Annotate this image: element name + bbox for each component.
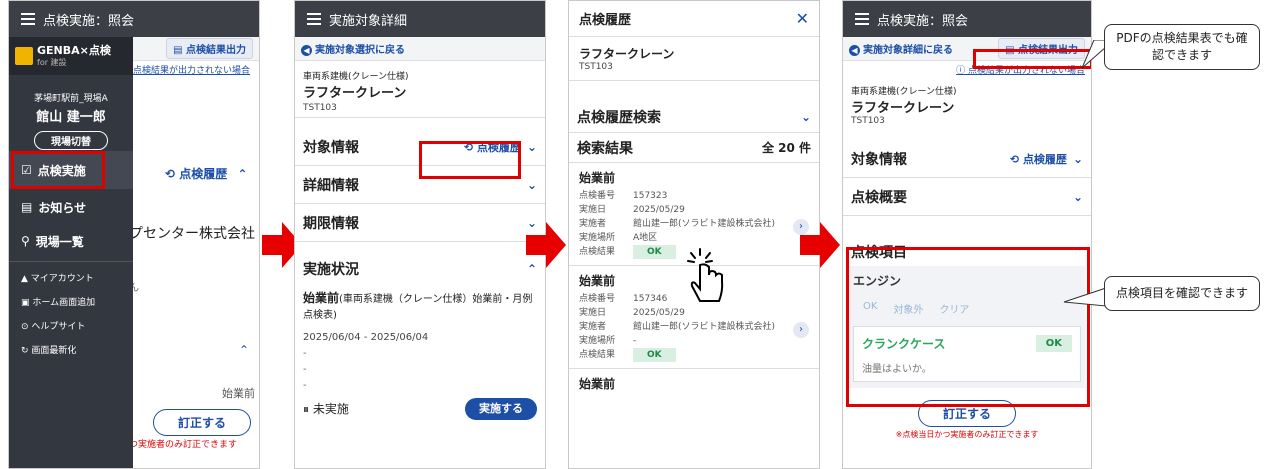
equipment-name: ラフタークレーン [579,47,675,61]
close-icon[interactable]: ✕ [796,9,809,28]
equipment-code: TST103 [303,103,337,113]
highlight-history [419,141,521,179]
side-menu: GENBA×点検 for 建設 茅場町駅前_現場A 館山 建一郎 現場切替 ☑ 点… [9,37,133,468]
results-header: 検索結果全 20 件 [569,133,819,163]
app-header: 点検実施：照会 [9,1,259,37]
site-switch-button[interactable]: 現場切替 [34,131,108,150]
status-badge: ⏸ 未実施 [303,402,349,416]
screen-target-detail: 実施対象詳細 ◀ 実施対象選択に戻る 車両系建機(クレーン仕様) ラフタークレーン… [294,0,546,469]
hand-cursor-icon [687,248,724,302]
record-result-badge: OK [633,245,676,259]
chevron-down-icon: ⌄ [800,109,811,124]
callout-items: 点検項目を確認できます [1104,276,1260,311]
callout-pdf: PDFの点検結果表でも確認できます [1104,24,1260,70]
chevron-up-icon[interactable]: ⌃ [239,343,249,357]
highlight-pdf [973,49,1091,69]
app-header: 実施対象詳細 [295,1,545,37]
highlight-inspection [11,151,105,189]
menu-icon[interactable] [307,10,321,28]
page-title: 実施対象詳細 [329,13,408,29]
page-title: 点検履歴 [579,13,632,28]
brand-logo: GENBA×点検 for 建設 [9,37,133,75]
section-summary[interactable]: 点検概要 ⌄ [843,178,1091,216]
arrow-right-icon [800,222,840,268]
equipment-name: ラフタークレーン [303,86,407,101]
chevron-down-icon: ⌄ [526,177,537,192]
chevron-right-icon[interactable]: › [793,322,809,338]
menu-icon[interactable] [855,10,869,28]
equipment-category: 車両系建機(クレーン仕様) [851,87,957,97]
history-link: ⟲ 点検履歴 [1009,152,1067,166]
record-field: 実施者 館山建一郎(ソラビト建設株式会社) [579,322,776,332]
list-item-header: 始業前 [569,368,819,398]
section-status[interactable]: 実施状況 ⌃ [295,250,545,288]
back-icon: ◀ [301,44,312,56]
status-period: 2025/06/04 - 2025/06/04 [303,332,429,343]
equipment-code: TST103 [851,116,885,126]
history-link[interactable]: ⟲ 点検履歴 ⌃ [165,165,248,182]
company-text: プセンター株式会社 [129,226,255,242]
record-field: 点検番号 157323 [579,191,668,201]
nav-news[interactable]: ▤ お知らせ [9,191,133,223]
help-site-link[interactable]: ⊙ ヘルプサイト [21,315,95,339]
section-deadline-info[interactable]: 期限情報 ⌄ [295,204,545,242]
equipment-name: ラフタークレーン [851,101,955,116]
record-header: 始業前 [579,171,616,185]
history-search-toggle[interactable]: 点検履歴検索 ⌄ [569,101,819,133]
highlight-items [846,247,1090,407]
back-icon: ◀ [849,44,860,56]
status-schedule: 始業前(車両系建機（クレーン仕様）始業前・月例点検表) [303,291,533,321]
chevron-down-icon: ⌄ [1072,151,1083,166]
user-name: 館山 建一郎 [36,110,106,125]
refresh-link[interactable]: ↻ 画面最新化 [21,339,95,363]
record-field: 実施日 2025/05/29 [579,308,685,318]
callout-pointer [1063,287,1107,307]
logo-icon [15,47,33,65]
equipment-category: 車両系建機(クレーン仕様) [303,72,409,82]
screen-inspection-view: 点検実施：照会 ◀ 実施対象詳細に戻る ▤ 点検結果出力 ⓘ 点検結果が出力されな… [842,0,1092,469]
page-title: 点検実施：照会 [43,13,135,29]
section-target-info[interactable]: 対象情報 ⟲ 点検履歴 ⌄ [843,140,1091,178]
pdf-export-button[interactable]: ▤ 点検結果出力 [166,38,253,59]
fix-note: ※点検当日かつ実施者のみ訂正できます [895,430,1039,439]
record-field: 実施日 2025/05/29 [579,205,685,215]
back-link[interactable]: ◀ 実施対象詳細に戻る [849,41,953,56]
record-field: 実施場所 A地区 [579,233,658,243]
record-field: 実施場所 - [579,336,637,346]
nav-site-list[interactable]: ⚲ 現場一覧 [9,225,133,257]
execute-button[interactable]: 実施する [465,398,537,420]
help-link[interactable]: 点検結果が出力されない場合 [129,61,259,78]
record-result-badge: OK [633,348,676,362]
app-header: 点検実施：照会 [843,1,1091,37]
chevron-down-icon: ⌄ [526,139,537,154]
back-link[interactable]: ◀ 実施対象選択に戻る [301,41,405,56]
arrow-right-icon [526,222,566,268]
record-field: 実施者 館山建一郎(ソラビト建設株式会社) [579,219,776,229]
menu-icon[interactable] [21,10,35,28]
screen-inspection-history: 点検履歴 ✕ ラフタークレーン TST103 点検履歴検索 ⌄ 検索結果全 20 … [568,0,820,469]
page-title: 点検実施：照会 [877,13,969,29]
add-home-link[interactable]: ▣ ホーム画面追加 [21,291,95,315]
site-name: 茅場町駅前_現場A [34,94,108,104]
equipment-code: TST103 [579,62,613,72]
screen-inspection-view-menu: 点検実施：照会 ▤ 点検結果出力 点検結果が出力されない場合 ⟲ 点検履歴 ⌃ … [8,0,260,469]
chevron-down-icon: ⌄ [1072,189,1083,204]
fix-button[interactable]: 訂正する [153,409,252,436]
my-account-link[interactable]: ▲ マイアカウント [21,267,95,291]
